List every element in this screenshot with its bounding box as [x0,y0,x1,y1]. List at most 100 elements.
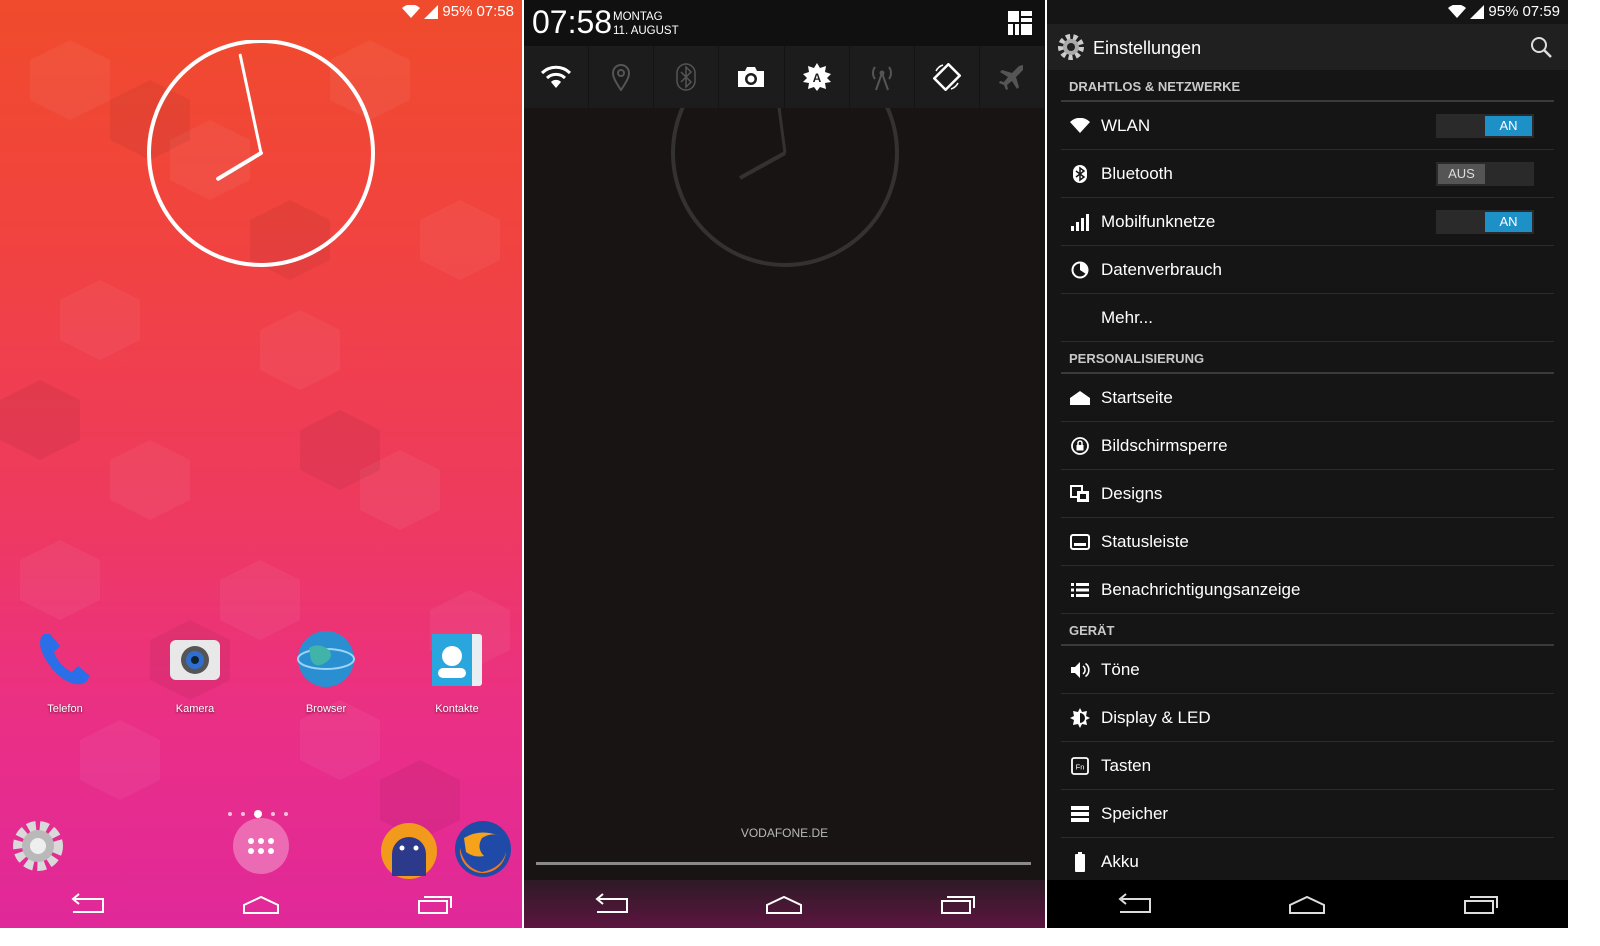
tile-location[interactable] [589,46,655,108]
section-header-wireless: DRAHTLOS & NETZWERKE [1061,70,1554,102]
battery-icon [1075,851,1085,872]
shade-date: MONTAG 11. AUGUST [613,10,679,38]
setting-buttons[interactable]: Fn Tasten [1061,742,1554,790]
setting-label: Speicher [1101,803,1169,823]
wifi-icon [541,65,572,88]
recents-button[interactable] [405,887,465,921]
section-header-device: GERÄT [1061,614,1554,646]
firefox-icon[interactable] [452,818,514,880]
app-drawer-icon [248,838,274,854]
setting-battery[interactable]: Akku [1061,838,1554,886]
setting-bluetooth[interactable]: Bluetooth AUS [1061,150,1554,198]
tile-camera[interactable] [719,46,785,108]
wlan-toggle[interactable]: AN [1436,114,1534,138]
themes-icon [1070,484,1089,502]
recents-icon [941,896,976,914]
setting-homescreen[interactable]: Startseite [1061,374,1554,422]
setting-notification-drawer[interactable]: Benachrichtigungsanzeige [1061,566,1554,614]
setting-lockscreen[interactable]: Bildschirmsperre [1061,422,1554,470]
settings-list: DRAHTLOS & NETZWERKE WLAN AN Bluetooth A… [1061,70,1554,886]
setting-label: Startseite [1101,387,1173,407]
recents-button[interactable] [928,887,988,921]
app-telefon[interactable]: Telefon [20,628,110,715]
notification-shade-panel: 07:58 MONTAG 11. AUGUST A VODAFONE.DE [524,0,1045,928]
rotation-icon [932,63,961,91]
page-title: Einstellungen [1093,38,1202,58]
storage-icon [1071,805,1089,822]
setting-label: Bluetooth [1101,163,1173,183]
wifi-icon [1070,117,1090,133]
camera-icon [738,67,765,87]
android-icon[interactable] [380,822,438,880]
quick-settings-grid-icon[interactable] [1007,10,1033,36]
shade-drag-handle[interactable] [536,862,1031,865]
action-bar: Einstellungen [1047,24,1568,70]
tile-wifi[interactable] [524,46,590,108]
app-browser[interactable]: Browser [281,628,371,715]
clock-hour-hand [216,151,263,181]
setting-label: Bildschirmsperre [1101,435,1228,455]
setting-label: Designs [1101,483,1163,503]
back-button[interactable] [1104,887,1164,921]
home-button[interactable] [754,887,814,921]
back-button[interactable] [57,887,117,921]
setting-storage[interactable]: Speicher [1061,790,1554,838]
home-button[interactable] [1277,887,1337,921]
function-key-icon: Fn [1071,756,1089,775]
home-icon [766,895,803,914]
status-time: 07:59 [1522,3,1560,20]
setting-label: Mobilfunknetze [1101,211,1216,231]
bluetooth-toggle[interactable]: AUS [1436,162,1534,186]
tile-airplane[interactable] [980,46,1045,108]
svg-text:Fn: Fn [1076,762,1085,771]
globe-icon [297,631,355,687]
mobile-toggle[interactable]: AN [1436,210,1534,234]
tile-bluetooth[interactable] [654,46,720,108]
setting-more[interactable]: Mehr... [1061,294,1554,342]
app-kamera[interactable]: Kamera [150,628,240,715]
setting-display[interactable]: Display & LED [1061,694,1554,742]
navigation-bar [524,880,1045,928]
setting-wlan[interactable]: WLAN AN [1061,102,1554,150]
setting-data-usage[interactable]: Datenverbrauch [1061,246,1554,294]
wifi-signal-icon [1448,4,1467,18]
setting-statusbar[interactable]: Statusleiste [1061,518,1554,566]
battery-text: 95% [442,3,473,20]
app-label: Kamera [175,703,215,715]
app-drawer-button[interactable] [233,818,289,874]
back-icon [1118,893,1151,913]
speaker-icon [1071,661,1090,678]
setting-mobile-networks[interactable]: Mobilfunknetze AN [1061,198,1554,246]
bluetooth-icon [1073,164,1087,183]
status-bar: 95% 07:58 [0,0,522,24]
shade-day: MONTAG [613,11,663,23]
recents-icon [1464,896,1499,914]
status-time: 07:58 [476,3,514,20]
search-icon[interactable] [1530,36,1552,58]
tile-mobile-data[interactable] [850,46,915,108]
bluetooth-icon [676,63,697,91]
tile-brightness[interactable]: A [785,46,850,108]
setting-label: Mehr... [1101,307,1153,327]
app-label: Kontakte [435,703,479,715]
analog-clock-widget[interactable] [146,40,376,270]
brightness-icon [1070,707,1090,728]
signal-bars-icon [1071,213,1089,231]
statusbar-icon [1070,533,1090,550]
back-button[interactable] [581,887,641,921]
setting-themes[interactable]: Designs [1061,470,1554,518]
svg-text:A: A [812,71,821,85]
recents-button[interactable] [1451,887,1511,921]
settings-gear-icon [1058,34,1084,60]
tile-rotation[interactable] [915,46,980,108]
app-kontakte[interactable]: Kontakte [412,628,502,715]
shade-date-text: 11. AUGUST [613,25,679,37]
setting-sounds[interactable]: Töne [1061,646,1554,694]
home-button[interactable] [231,887,291,921]
back-icon [595,893,628,913]
setting-label: Display & LED [1101,707,1211,727]
settings-icon[interactable] [10,818,66,874]
shade-time: 07:58 [532,4,613,40]
contacts-icon [432,634,482,686]
page-indicator [228,810,288,818]
